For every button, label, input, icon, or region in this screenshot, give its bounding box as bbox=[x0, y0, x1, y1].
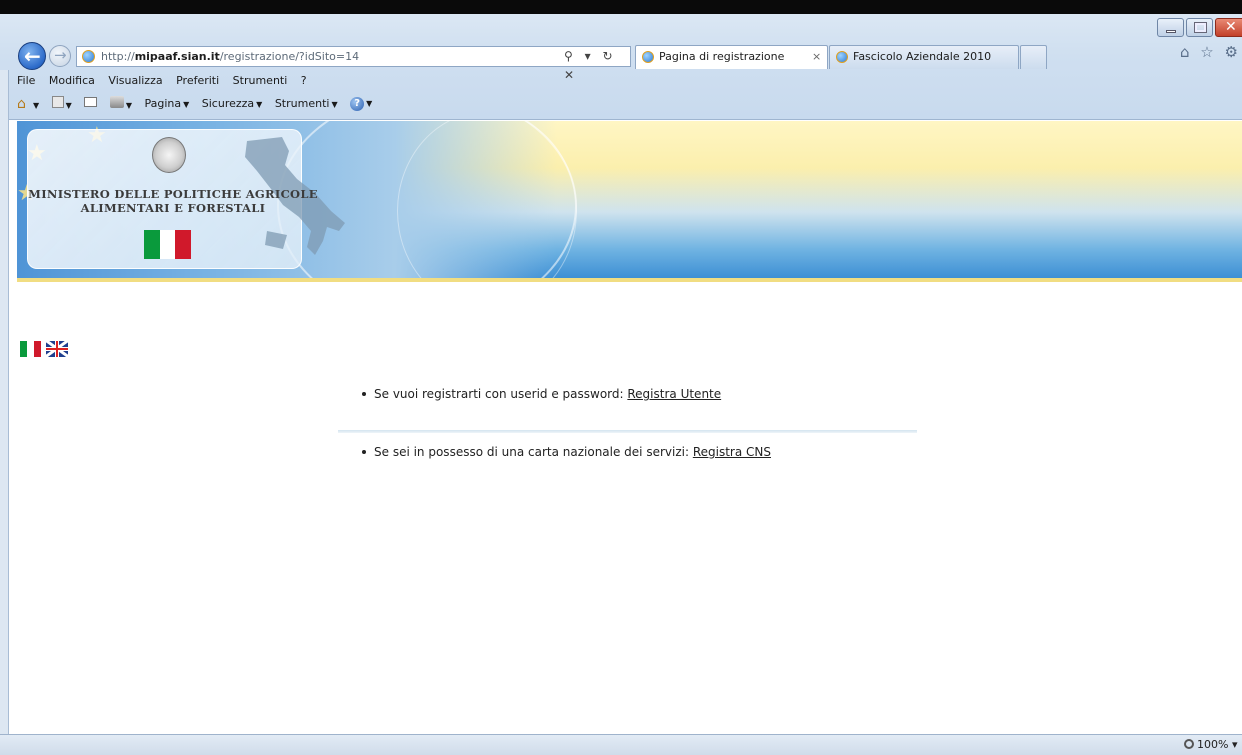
maximize-button[interactable] bbox=[1186, 18, 1213, 37]
registra-cns-link[interactable]: Registra CNS bbox=[693, 445, 771, 459]
republic-emblem-icon bbox=[152, 137, 186, 173]
flag-stripe-white bbox=[27, 341, 34, 357]
home-favorites-tools-icons[interactable]: ⌂ ☆ ⚙ bbox=[1180, 43, 1241, 61]
window-left-edge bbox=[0, 70, 9, 740]
print-button[interactable]: ▼ bbox=[109, 96, 132, 111]
status-bar: 100% ▾ bbox=[0, 734, 1242, 755]
feeds-button[interactable]: ▼ bbox=[51, 96, 72, 111]
option-user-text: Se vuoi registrarti con userid e passwor… bbox=[374, 387, 628, 401]
back-arrow-icon: ← bbox=[24, 44, 41, 68]
menu-file[interactable]: File bbox=[17, 74, 35, 87]
home-button[interactable]: ⌂ ▼ bbox=[17, 96, 39, 112]
option-register-user: Se vuoi registrarti con userid e passwor… bbox=[362, 387, 721, 401]
ministry-name-line1: MINISTERO DELLE POLITICHE AGRICOLE bbox=[28, 187, 318, 201]
print-icon bbox=[109, 96, 124, 108]
tab-fascicolo-aziendale[interactable]: Fascicolo Aziendale 2010 bbox=[829, 45, 1019, 69]
close-icon: ✕ bbox=[1225, 19, 1237, 35]
ie-tab-icon bbox=[836, 51, 848, 63]
new-tab-button[interactable] bbox=[1020, 45, 1047, 69]
option-separator bbox=[338, 430, 917, 433]
close-window-button[interactable]: ✕ bbox=[1215, 18, 1242, 37]
menu-strumenti[interactable]: Strumenti bbox=[233, 74, 288, 87]
zoom-control[interactable]: 100% ▾ bbox=[1184, 738, 1237, 751]
help-icon: ? bbox=[350, 97, 365, 111]
back-button[interactable]: ← bbox=[18, 42, 46, 70]
tab-label: Pagina di registrazione bbox=[659, 50, 785, 63]
minimize-icon bbox=[1166, 30, 1176, 33]
ministry-name-line2: ALIMENTARI E FORESTALI bbox=[80, 201, 266, 215]
italian-language-flag-icon[interactable] bbox=[20, 341, 41, 357]
forward-arrow-icon: → bbox=[54, 46, 67, 64]
browser-window: ✕ ← → http://mipaaf.sian.it/registrazion… bbox=[0, 0, 1242, 755]
tab-close-icon[interactable]: × bbox=[812, 46, 821, 68]
menu-bar: File Modifica Visualizza Preferiti Strum… bbox=[17, 74, 317, 90]
ministry-name: MINISTERO DELLE POLITICHE AGRICOLE ALIME… bbox=[23, 187, 323, 215]
tools-menu-label: Strumenti bbox=[274, 97, 330, 110]
url-prefix: http:// bbox=[101, 50, 135, 63]
ie-tab-icon bbox=[642, 51, 654, 63]
zoom-icon bbox=[1184, 739, 1194, 749]
flag-stripe-white bbox=[159, 230, 176, 259]
minimize-button[interactable] bbox=[1157, 18, 1184, 37]
language-selector bbox=[20, 341, 68, 357]
tab-pagina-di-registrazione[interactable]: Pagina di registrazione × bbox=[635, 45, 828, 69]
page-menu-label: Pagina bbox=[144, 97, 182, 110]
home-icon: ⌂ bbox=[17, 96, 26, 112]
address-bar[interactable]: http://mipaaf.sian.it/registrazione/?idS… bbox=[76, 46, 631, 82]
page-viewport: ★ ★ ★ MINISTERO DELLE POLITICHE AGRICOLE… bbox=[10, 121, 1242, 732]
menu-visualizza[interactable]: Visualizza bbox=[108, 74, 162, 87]
forward-button[interactable]: → bbox=[49, 45, 71, 67]
bullet-icon bbox=[362, 391, 366, 396]
command-bar: ⌂ ▼ ▼ ▼ Pagina ▼ Sicurezza ▼ Strumenti ▼ ? ▼ bbox=[17, 96, 381, 114]
registra-utente-link[interactable]: Registra Utente bbox=[627, 387, 721, 401]
help-button[interactable]: ? ▼ bbox=[350, 96, 372, 111]
ministry-banner: ★ ★ ★ MINISTERO DELLE POLITICHE AGRICOLE… bbox=[17, 121, 1242, 278]
ie-page-icon bbox=[82, 50, 95, 63]
rss-icon bbox=[51, 96, 64, 108]
banner-bottom-rule bbox=[17, 278, 1242, 282]
italian-flag-icon bbox=[144, 230, 192, 259]
english-language-flag-icon[interactable] bbox=[46, 341, 68, 357]
menu-help[interactable]: ? bbox=[301, 74, 307, 87]
flag-stripe-red bbox=[175, 230, 192, 259]
option-register-cns: Se sei in possesso di una carta nazional… bbox=[362, 445, 771, 459]
option-cns-text: Se sei in possesso di una carta nazional… bbox=[374, 445, 693, 459]
mail-button[interactable] bbox=[84, 97, 98, 110]
flag-stripe-red bbox=[34, 341, 41, 357]
tools-menu-button[interactable]: Strumenti ▼ bbox=[275, 97, 338, 110]
maximize-icon bbox=[1194, 22, 1207, 33]
menu-preferiti[interactable]: Preferiti bbox=[176, 74, 219, 87]
security-menu-label: Sicurezza bbox=[201, 97, 255, 110]
menu-modifica[interactable]: Modifica bbox=[49, 74, 95, 87]
flag-stripe-green bbox=[144, 230, 160, 259]
address-action-icons[interactable]: ⚲ ▾ ↻ ✕ bbox=[564, 47, 630, 85]
address-url[interactable]: http://mipaaf.sian.it/registrazione/?idS… bbox=[101, 47, 359, 66]
security-menu-button[interactable]: Sicurezza ▼ bbox=[202, 97, 263, 110]
url-path: /registrazione/?idSito=14 bbox=[219, 50, 360, 63]
page-menu-button[interactable]: Pagina ▼ bbox=[144, 97, 189, 110]
url-host: mipaaf.sian.it bbox=[134, 50, 220, 63]
zoom-dropdown-icon[interactable]: ▾ bbox=[1232, 738, 1238, 751]
tab-label: Fascicolo Aziendale 2010 bbox=[853, 50, 992, 63]
zoom-level: 100% bbox=[1197, 738, 1229, 751]
bullet-icon bbox=[362, 449, 366, 454]
mail-icon bbox=[84, 97, 98, 107]
flag-stripe-green bbox=[20, 341, 27, 357]
banner-swirl-2 bbox=[397, 121, 577, 278]
top-strip bbox=[0, 0, 1242, 14]
